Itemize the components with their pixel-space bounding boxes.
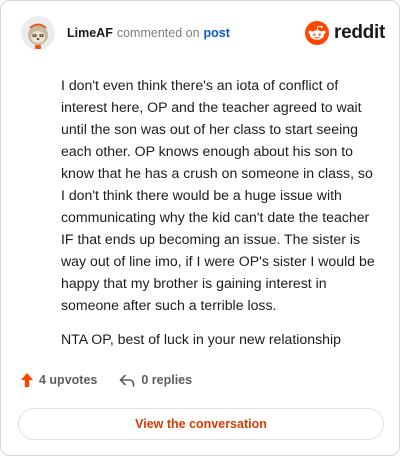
user-avatar[interactable]	[21, 16, 55, 50]
upvote-arrow-icon	[21, 373, 33, 387]
comment-paragraph: I don't even think there's an iota of co…	[61, 77, 375, 313]
comment-body: I don't even think there's an iota of co…	[61, 74, 377, 362]
sloth-avatar-icon	[21, 16, 55, 50]
comment-header: LimeAF commented on post reddit	[21, 16, 385, 50]
upvote-count[interactable]: 4 upvotes	[21, 373, 97, 387]
comment-paragraph: NTA OP, best of luck in your new relatio…	[61, 331, 341, 347]
replies-label: 0 replies	[141, 373, 193, 387]
reddit-wordmark: reddit	[334, 22, 385, 43]
reddit-snoo-icon	[305, 21, 330, 45]
view-conversation-button[interactable]: View the conversation	[18, 408, 384, 440]
comment-byline: LimeAF commented on post	[67, 26, 230, 40]
comment-stats: 4 upvotes 0 replies	[21, 373, 192, 387]
post-link[interactable]: post	[204, 26, 230, 40]
author-username[interactable]: LimeAF	[67, 26, 113, 40]
reddit-logo[interactable]: reddit	[305, 21, 385, 45]
byline-action: commented on	[116, 26, 200, 40]
comment-embed-card: LimeAF commented on post reddit I don't …	[0, 0, 400, 456]
reply-arrow-icon	[120, 374, 135, 387]
reply-count[interactable]: 0 replies	[119, 373, 192, 387]
upvotes-label: 4 upvotes	[39, 373, 98, 387]
